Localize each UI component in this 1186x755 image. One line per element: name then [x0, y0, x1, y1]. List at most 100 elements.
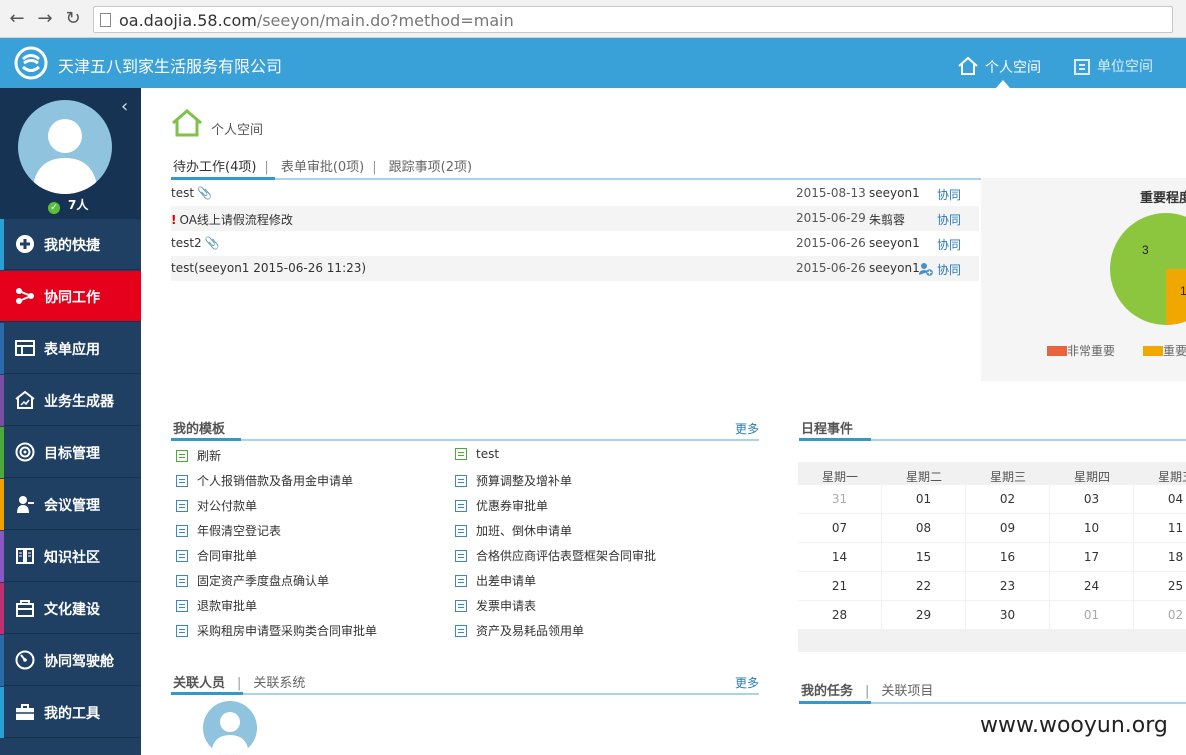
todo-tab-underline: [171, 177, 981, 180]
weekday-header: 星期三: [989, 470, 1026, 484]
template-item[interactable]: 加班、倒休申请单: [455, 522, 572, 539]
legend-very-important: 非常重要: [1047, 342, 1115, 359]
watermark: www.wooyun.org: [980, 713, 1168, 738]
sidebar-item-shortcuts[interactable]: 我的快捷: [0, 219, 141, 270]
tab-form-approval[interactable]: 表单审批(0项): [281, 160, 364, 175]
sidebar-item-collaboration[interactable]: 协同工作: [0, 271, 141, 322]
pie-label-1: 1: [1180, 284, 1186, 298]
template-item[interactable]: 退款审批单: [176, 597, 257, 614]
forward-icon[interactable]: →: [34, 8, 56, 30]
tab-unit-space[interactable]: 单位空间: [1073, 56, 1153, 76]
collab-type-link[interactable]: 协同: [937, 261, 961, 278]
tab-related-projects[interactable]: 关联项目: [881, 684, 933, 699]
sidebar-item-cockpit[interactable]: 协同驾驶舱: [0, 635, 141, 686]
todo-row[interactable]: ! OA线上请假流程修改 2015-06-29 朱翦蓉 协同: [171, 206, 979, 231]
tab-pending-work[interactable]: 待办工作(4项): [173, 160, 256, 175]
template-item[interactable]: 资产及易耗品领用单: [455, 622, 584, 639]
calendar-day[interactable]: 01: [1050, 601, 1133, 629]
template-item[interactable]: 出差申请单: [455, 572, 536, 589]
calendar-day[interactable]: 23: [966, 572, 1049, 600]
collapse-sidebar-icon[interactable]: ‹: [121, 96, 128, 117]
templates-underline: [171, 438, 759, 441]
tasks-underline: [799, 701, 1186, 704]
home-icon: [958, 56, 978, 75]
home-outline-icon: [172, 109, 202, 137]
calendar-day[interactable]: 02: [1134, 601, 1186, 629]
sidebar-item-goals[interactable]: 目标管理: [0, 427, 141, 478]
target-icon: [15, 442, 35, 462]
template-item[interactable]: 个人报销借款及备用金申请单: [176, 472, 353, 489]
calendar-day[interactable]: 24: [1050, 572, 1133, 600]
template-item[interactable]: 采购租房申请暨采购类合同审批单: [176, 622, 377, 639]
tab-tracking[interactable]: 跟踪事项(2项): [389, 160, 472, 175]
calendar-day[interactable]: 25: [1134, 572, 1186, 600]
bag-icon: [16, 600, 34, 617]
todo-row[interactable]: test2 📎 2015-06-26 seeyon1 协同: [171, 231, 979, 256]
calendar-day[interactable]: 10: [1050, 514, 1133, 542]
calendar-day[interactable]: 17: [1050, 543, 1133, 571]
tab-my-tasks[interactable]: 我的任务: [801, 684, 853, 699]
related-more-link[interactable]: 更多: [735, 674, 759, 691]
related-person-avatar[interactable]: [203, 701, 257, 755]
calendar-day[interactable]: 01: [882, 485, 965, 513]
back-icon[interactable]: ←: [6, 8, 28, 30]
tab-related-people[interactable]: 关联人员: [173, 676, 225, 691]
address-bar[interactable]: oa.daojia.58.com/seeyon/main.do?method=m…: [93, 6, 1173, 33]
sidebar-item-culture[interactable]: 文化建设: [0, 583, 141, 634]
calendar-day[interactable]: 22: [882, 572, 965, 600]
calendar-day[interactable]: 14: [798, 543, 881, 571]
calendar-day[interactable]: 03: [1050, 485, 1133, 513]
sidebar-item-meetings[interactable]: 会议管理: [0, 479, 141, 530]
main-content: 个人空间 待办工作(4项) | 表单审批(0项) | 跟踪事项(2项) test 📎 20…: [141, 88, 1186, 755]
pie-label-3: 3: [1142, 243, 1149, 257]
template-item[interactable]: 刷新: [176, 447, 221, 464]
form-icon: [455, 500, 467, 512]
calendar-day[interactable]: 04: [1134, 485, 1186, 513]
reload-icon[interactable]: ↻: [62, 8, 84, 30]
calendar-day[interactable]: 09: [966, 514, 1049, 542]
template-item[interactable]: 对公付款单: [176, 497, 257, 514]
sidebar-item-forms[interactable]: 表单应用: [0, 323, 141, 374]
form-icon: [455, 475, 467, 487]
calendar-day[interactable]: 29: [882, 601, 965, 629]
sidebar-item-business-generator[interactable]: 业务生成器: [0, 375, 141, 426]
template-item[interactable]: 发票申请表: [455, 597, 536, 614]
sidebar-item-tools[interactable]: 我的工具: [0, 687, 141, 738]
calendar-day[interactable]: 15: [882, 543, 965, 571]
sidebar-item-knowledge[interactable]: 知识社区: [0, 531, 141, 582]
tab-related-systems[interactable]: 关联系统: [253, 676, 305, 691]
collab-type-link[interactable]: 协同: [937, 211, 961, 228]
calendar-day[interactable]: 08: [882, 514, 965, 542]
calendar-day[interactable]: 02: [966, 485, 1049, 513]
calendar-day[interactable]: 21: [798, 572, 881, 600]
tab-personal-space[interactable]: 个人空间: [957, 56, 1041, 77]
template-item[interactable]: 合格供应商评估表暨框架合同审批: [455, 547, 656, 564]
template-item[interactable]: test: [455, 447, 499, 461]
collab-type-link[interactable]: 协同: [937, 236, 961, 253]
template-item[interactable]: 年假清空登记表: [176, 522, 281, 539]
user-silhouette-icon: [32, 119, 98, 194]
template-item[interactable]: 预算调整及增补单: [455, 472, 572, 489]
profile-panel: ‹ ✓ 7人: [0, 88, 141, 219]
calendar-day[interactable]: 31: [798, 485, 881, 513]
calendar-day[interactable]: 11: [1134, 514, 1186, 542]
template-item[interactable]: 固定资产季度盘点确认单: [176, 572, 329, 589]
calendar-day[interactable]: 16: [966, 543, 1049, 571]
weekday-header: 星期五: [1157, 470, 1186, 484]
todo-row[interactable]: test 📎 2015-08-13 seeyon1 协同: [171, 181, 979, 206]
todo-row[interactable]: test(seeyon1 2015-06-26 11:23) 2015-06-2…: [171, 256, 979, 281]
templates-more-link[interactable]: 更多: [735, 420, 759, 437]
calendar-day[interactable]: 07: [798, 514, 881, 542]
tasks-tabs: 我的任务 | 关联项目: [801, 684, 934, 699]
avatar[interactable]: [18, 100, 112, 194]
calendar-day[interactable]: 28: [798, 601, 881, 629]
calendar-day[interactable]: 30: [966, 601, 1049, 629]
template-item[interactable]: 优惠券审批单: [455, 497, 548, 514]
plus-circle-icon: [16, 235, 34, 253]
calendar-day[interactable]: 18: [1134, 543, 1186, 571]
form-icon: [176, 500, 188, 512]
online-check-icon: ✓: [48, 202, 60, 214]
form-icon: [455, 525, 467, 537]
template-item[interactable]: 合同审批单: [176, 547, 257, 564]
collab-type-link[interactable]: 协同: [937, 186, 961, 203]
